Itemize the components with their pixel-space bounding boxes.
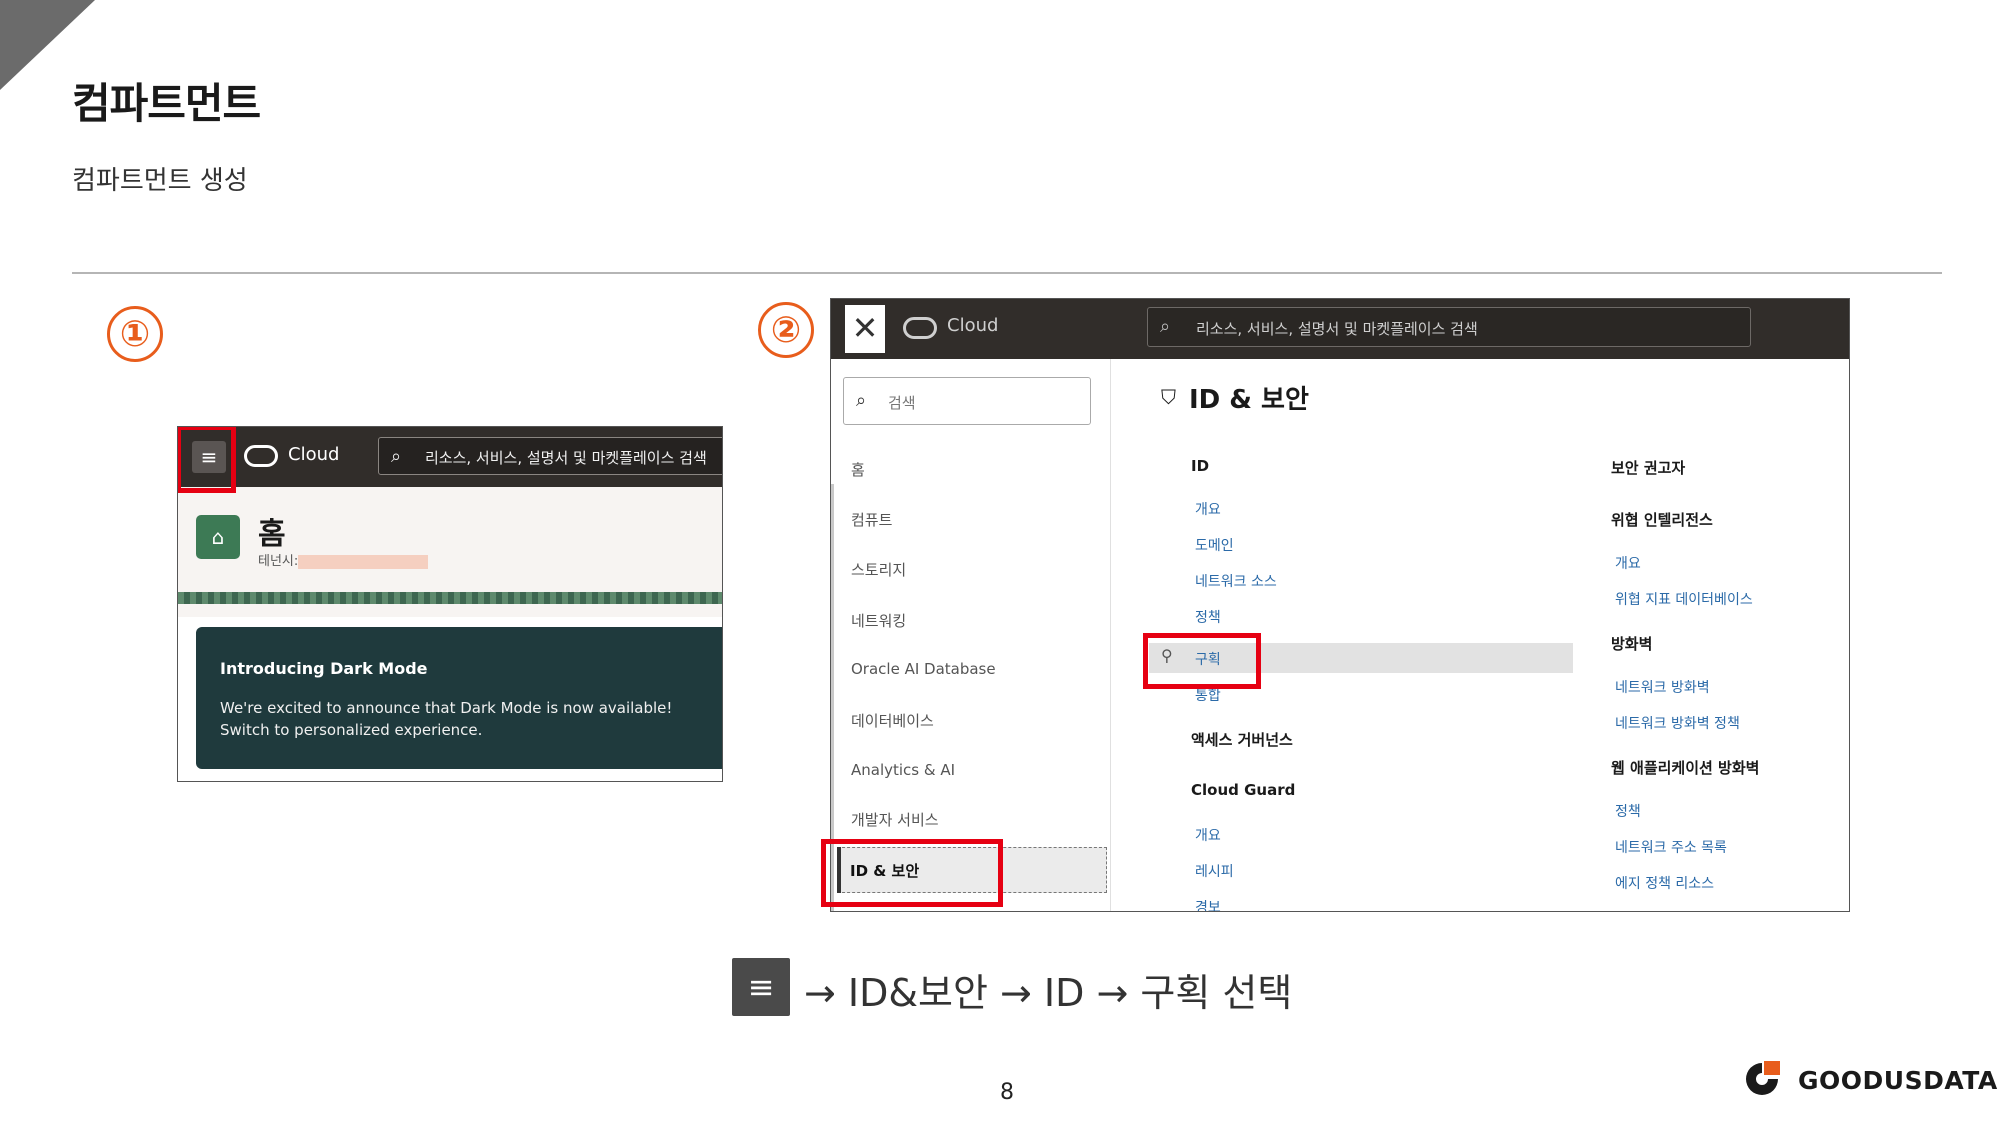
decorative-pattern: [178, 592, 722, 604]
search-icon: ⌕: [1160, 316, 1171, 337]
home-title: 홈: [258, 517, 286, 552]
col-heading-cloud-guard: Cloud Guard: [1191, 781, 1296, 799]
console-top-bar: ✕ Cloud ⌕ 리소스, 서비스, 설명서 및 마켓플레이스 검색: [831, 299, 1849, 359]
link-network-sources[interactable]: 네트워크 소스: [1195, 571, 1277, 591]
section-title: ID & 보안: [1189, 385, 1309, 415]
link-id-overview[interactable]: 개요: [1195, 499, 1221, 519]
highlight-box-identity-security: [821, 839, 1003, 907]
link-policies[interactable]: 정책: [1195, 607, 1221, 627]
link-waf-policies[interactable]: 정책: [1615, 801, 1641, 821]
close-icon[interactable]: ✕: [845, 305, 885, 353]
hamburger-menu-icon: ≡: [732, 958, 790, 1016]
search-placeholder: 리소스, 서비스, 설명서 및 마켓플레이스 검색: [1196, 320, 1478, 338]
header-divider: [72, 272, 1942, 274]
nav-item-developer-services[interactable]: 개발자 서비스: [851, 809, 939, 830]
tenancy-label: 테넌시:: [258, 550, 429, 569]
console-search-input[interactable]: ⌕ 리소스, 서비스, 설명서 및 마켓플레이스 검색: [1147, 307, 1751, 347]
screenshot-console-home: ≡ Cloud ⌕ 리소스, 서비스, 설명서 및 마켓플레이스 검색 ⌂ 홈 …: [177, 426, 723, 782]
link-edge-policy-resources[interactable]: 에지 정책 리소스: [1615, 873, 1714, 893]
highlight-box-compartments: [1143, 633, 1261, 689]
nav-search-placeholder: 검색: [888, 394, 916, 412]
card-body: We're excited to announce that Dark Mode…: [220, 699, 673, 739]
nav-item-networking[interactable]: 네트워킹: [851, 610, 906, 631]
console-top-bar: ≡ Cloud ⌕ 리소스, 서비스, 설명서 및 마켓플레이스 검색: [178, 427, 722, 487]
nav-sidebar: ⌕ 검색 홈 컴퓨트 스토리지 네트워킹 Oracle AI Database …: [831, 359, 1111, 911]
col-heading-access-governance[interactable]: 액세스 거버넌스: [1191, 729, 1293, 750]
highlight-box-menu: [178, 427, 236, 493]
col-heading-threat-intelligence: 위협 인텔리전스: [1611, 511, 1713, 529]
nav-item-analytics-ai[interactable]: Analytics & AI: [851, 761, 955, 779]
link-alerts[interactable]: 경보: [1195, 897, 1221, 911]
search-icon: ⌕: [391, 446, 402, 467]
nav-item-oracle-ai-database[interactable]: Oracle AI Database: [851, 660, 996, 678]
page-title: 컴파트먼트: [72, 79, 261, 128]
link-cloudguard-overview[interactable]: 개요: [1195, 825, 1221, 845]
search-placeholder: 리소스, 서비스, 설명서 및 마켓플레이스 검색: [425, 449, 707, 467]
tenancy-label-text: 테넌시:: [258, 554, 299, 569]
page-number: 8: [1000, 1080, 1014, 1105]
cloud-brand-label: Cloud: [947, 315, 999, 336]
home-icon: ⌂: [196, 515, 240, 559]
link-threat-indicator-db[interactable]: 위협 지표 데이터베이스: [1615, 589, 1753, 609]
step-2-badge: ②: [758, 302, 814, 358]
col-heading-firewall: 방화벽: [1611, 635, 1653, 653]
brand-name: GOODUSDATA: [1798, 1066, 1998, 1095]
nav-item-compute[interactable]: 컴퓨트: [851, 509, 892, 530]
link-network-address-lists[interactable]: 네트워크 주소 목록: [1615, 837, 1727, 857]
link-domains[interactable]: 도메인: [1195, 535, 1234, 555]
nav-item-storage[interactable]: 스토리지: [851, 559, 906, 580]
page-subtitle: 컴파트먼트 생성: [72, 166, 248, 196]
card-title: Introducing Dark Mode: [220, 659, 428, 678]
navigation-instruction: → ID&보안 → ID → 구획 선택: [804, 971, 1293, 1015]
console-search-input[interactable]: ⌕ 리소스, 서비스, 설명서 및 마켓플레이스 검색: [378, 437, 722, 475]
link-threat-overview[interactable]: 개요: [1615, 553, 1641, 573]
col-heading-waf: 웹 애플리케이션 방화벽: [1611, 759, 1760, 777]
shield-icon: ⛉: [1161, 385, 1176, 409]
goodusdata-logo-icon: [1746, 1061, 1780, 1095]
dark-mode-announcement-card: Introducing Dark Mode We're excited to a…: [196, 627, 722, 769]
col-heading-id: ID: [1191, 457, 1210, 475]
nav-search-input[interactable]: ⌕ 검색: [843, 377, 1091, 425]
screenshot-navigation-menu: ✕ Cloud ⌕ 리소스, 서비스, 설명서 및 마켓플레이스 검색 ⌕ 검색…: [830, 298, 1850, 912]
search-icon: ⌕: [856, 390, 867, 411]
oracle-logo-icon: [903, 317, 937, 339]
cloud-brand-label: Cloud: [288, 444, 340, 465]
step-1-badge: ①: [107, 306, 163, 362]
link-network-firewall-policy[interactable]: 네트워크 방화벽 정책: [1615, 713, 1740, 733]
link-network-firewall[interactable]: 네트워크 방화벽: [1615, 677, 1710, 697]
tenancy-redacted: [298, 554, 429, 569]
oracle-logo-icon: [244, 445, 278, 467]
nav-item-database[interactable]: 데이터베이스: [851, 710, 934, 731]
nav-item-home[interactable]: 홈: [851, 459, 865, 480]
col-heading-security-advisor[interactable]: 보안 권고자: [1611, 457, 1685, 478]
link-recipes[interactable]: 레시피: [1195, 861, 1234, 881]
